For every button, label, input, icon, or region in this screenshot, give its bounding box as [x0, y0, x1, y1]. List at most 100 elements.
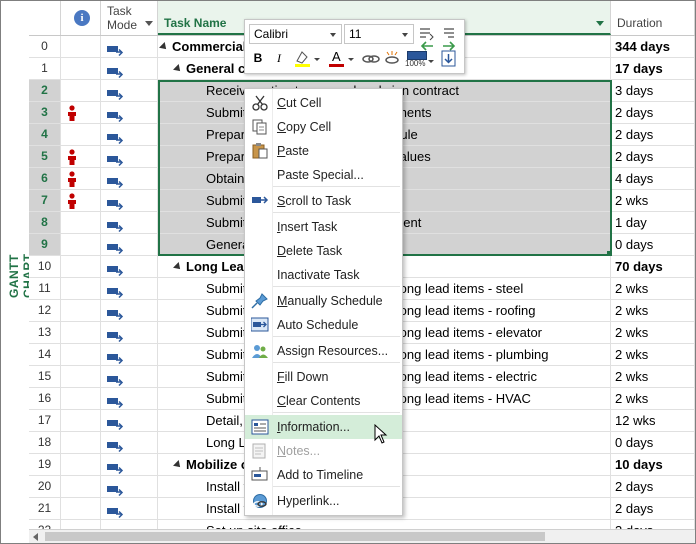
menu-item-delete-task[interactable]: Delete Task: [245, 239, 402, 263]
fill-handle[interactable]: [607, 251, 612, 256]
row-id[interactable]: 0: [29, 36, 61, 58]
task-mode-cell[interactable]: [101, 190, 158, 212]
indent-icon[interactable]: [441, 39, 457, 51]
chevron-down-icon[interactable]: [145, 21, 153, 26]
task-mode-cell[interactable]: [101, 80, 158, 102]
collapse-triangle-icon[interactable]: [173, 64, 183, 74]
indicators-cell[interactable]: [61, 498, 101, 520]
bold-button[interactable]: B: [250, 49, 266, 67]
chevron-down-icon[interactable]: [596, 21, 604, 26]
row-id[interactable]: 14: [29, 344, 61, 366]
task-mode-cell[interactable]: [101, 58, 158, 80]
duration-cell[interactable]: 2 wks: [611, 388, 695, 410]
indicators-cell[interactable]: [61, 58, 101, 80]
row-id[interactable]: 18: [29, 432, 61, 454]
indicators-cell[interactable]: [61, 366, 101, 388]
duration-cell[interactable]: 17 days: [611, 58, 695, 80]
font-size-dropdown[interactable]: 11: [344, 24, 414, 44]
view-bar[interactable]: GANTT CHART: [1, 1, 35, 529]
task-mode-cell[interactable]: [101, 366, 158, 388]
row-id[interactable]: 11: [29, 278, 61, 300]
row-id[interactable]: 3: [29, 102, 61, 124]
menu-item-cut-cell[interactable]: Cut Cell: [245, 91, 402, 115]
row-id[interactable]: 2: [29, 80, 61, 102]
duration-cell[interactable]: 2 days: [611, 146, 695, 168]
duration-cell[interactable]: 10 days: [611, 454, 695, 476]
scroll-thumb[interactable]: [45, 532, 545, 541]
indicators-cell[interactable]: [61, 410, 101, 432]
indicators-cell[interactable]: [61, 322, 101, 344]
view-label[interactable]: GANTT CHART: [7, 231, 35, 321]
task-mode-cell[interactable]: [101, 256, 158, 278]
menu-item-clear-contents[interactable]: Clear Contents: [245, 389, 402, 413]
row-id[interactable]: 16: [29, 388, 61, 410]
row-id[interactable]: 9: [29, 234, 61, 256]
menu-item-auto-schedule[interactable]: Auto Schedule: [245, 313, 402, 337]
duration-cell[interactable]: 3 days: [611, 80, 695, 102]
indicators-cell[interactable]: [61, 278, 101, 300]
task-mode-cell[interactable]: [101, 168, 158, 190]
font-color-icon[interactable]: A: [327, 49, 357, 69]
task-mode-cell[interactable]: [101, 410, 158, 432]
task-mode-cell[interactable]: [101, 432, 158, 454]
row-id[interactable]: 15: [29, 366, 61, 388]
task-mode-cell[interactable]: [101, 344, 158, 366]
indicators-cell[interactable]: [61, 234, 101, 256]
outdent-icon[interactable]: [419, 39, 435, 51]
duration-cell[interactable]: 2 wks: [611, 344, 695, 366]
row-id[interactable]: 21: [29, 498, 61, 520]
duration-cell[interactable]: 0 days: [611, 234, 695, 256]
italic-button[interactable]: I: [272, 49, 286, 67]
indicators-cell[interactable]: [61, 190, 101, 212]
indicators-cell[interactable]: [61, 146, 101, 168]
scroll-to-task-toolbar-icon[interactable]: [441, 50, 457, 68]
row-id[interactable]: 7: [29, 190, 61, 212]
indicators-cell[interactable]: [61, 300, 101, 322]
menu-item-scroll-to-task[interactable]: Scroll to Task: [245, 189, 402, 213]
row-id[interactable]: 4: [29, 124, 61, 146]
row-id[interactable]: 8: [29, 212, 61, 234]
link-icon[interactable]: [362, 50, 380, 68]
row-id[interactable]: 1: [29, 58, 61, 80]
row-id[interactable]: 12: [29, 300, 61, 322]
duration-cell[interactable]: 344 days: [611, 36, 695, 58]
collapse-triangle-icon[interactable]: [159, 42, 169, 52]
indicators-cell[interactable]: [61, 256, 101, 278]
collapse-triangle-icon[interactable]: [173, 460, 183, 470]
task-mode-cell[interactable]: [101, 278, 158, 300]
task-mode-cell[interactable]: [101, 212, 158, 234]
menu-item-hyperlink[interactable]: Hyperlink...: [245, 489, 402, 513]
task-mode-cell[interactable]: [101, 322, 158, 344]
duration-cell[interactable]: 1 day: [611, 212, 695, 234]
row-id[interactable]: 17: [29, 410, 61, 432]
row-id[interactable]: 10: [29, 256, 61, 278]
scroll-left-icon[interactable]: [33, 533, 38, 541]
indicators-cell[interactable]: [61, 124, 101, 146]
menu-item-copy-cell[interactable]: Copy Cell: [245, 115, 402, 139]
select-all-cell[interactable]: [29, 1, 61, 35]
indicators-column-header[interactable]: i: [61, 1, 101, 35]
row-id[interactable]: 13: [29, 322, 61, 344]
row-id[interactable]: 19: [29, 454, 61, 476]
menu-item-insert-task[interactable]: Insert Task: [245, 215, 402, 239]
indicators-cell[interactable]: [61, 102, 101, 124]
task-mode-cell[interactable]: [101, 146, 158, 168]
gantt-bar-style-icon[interactable]: 100%: [405, 49, 435, 71]
menu-item-fill-down[interactable]: Fill Down: [245, 365, 402, 389]
menu-item-inactivate-task[interactable]: Inactivate Task: [245, 263, 402, 287]
duration-cell[interactable]: 2 wks: [611, 300, 695, 322]
duration-cell[interactable]: 4 days: [611, 168, 695, 190]
menu-item-add-to-timeline[interactable]: Add to Timeline: [245, 463, 402, 487]
row-id[interactable]: 5: [29, 146, 61, 168]
duration-cell[interactable]: 2 wks: [611, 190, 695, 212]
task-mode-cell[interactable]: [101, 300, 158, 322]
task-mode-cell[interactable]: [101, 498, 158, 520]
highlight-color-icon[interactable]: [293, 49, 321, 69]
duration-cell[interactable]: 12 wks: [611, 410, 695, 432]
duration-cell[interactable]: 70 days: [611, 256, 695, 278]
duration-cell[interactable]: 2 days: [611, 102, 695, 124]
duration-cell[interactable]: 0 days: [611, 432, 695, 454]
collapse-triangle-icon[interactable]: [173, 262, 183, 272]
indicators-cell[interactable]: [61, 454, 101, 476]
task-mode-cell[interactable]: [101, 234, 158, 256]
